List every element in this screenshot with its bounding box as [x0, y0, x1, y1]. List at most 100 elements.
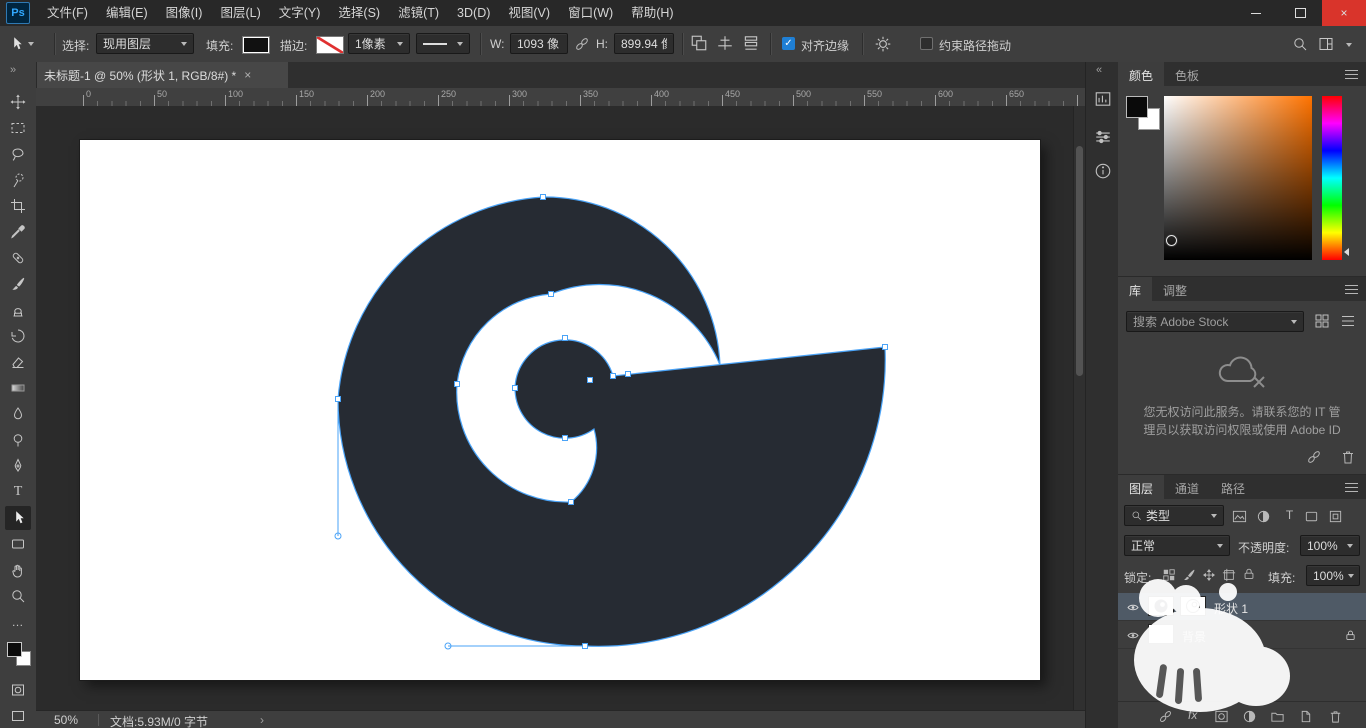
tool-marquee[interactable] — [5, 116, 31, 140]
anchor-point[interactable] — [562, 435, 568, 441]
filter-pixel-layers-icon[interactable] — [1232, 509, 1247, 524]
library-search-dropdown[interactable]: 搜索 Adobe Stock — [1126, 311, 1304, 332]
filter-adjustment-layers-icon[interactable] — [1256, 509, 1271, 524]
menu-3d[interactable]: 3D(D) — [448, 0, 499, 26]
anchor-point[interactable] — [610, 373, 616, 379]
list-view-icon[interactable] — [1340, 313, 1356, 329]
tab-adjustments[interactable]: 调整 — [1152, 277, 1198, 301]
menu-select[interactable]: 选择(S) — [329, 0, 389, 26]
tool-dodge[interactable] — [5, 428, 31, 452]
tab-libraries[interactable]: 库 — [1118, 277, 1153, 301]
tab-layers[interactable]: 图层 — [1118, 475, 1165, 499]
menu-edit[interactable]: 编辑(E) — [97, 0, 157, 26]
menu-window[interactable]: 窗口(W) — [559, 0, 622, 26]
filter-type-layers-icon[interactable]: T — [1282, 508, 1297, 522]
link-layers-icon[interactable] — [1158, 709, 1173, 724]
tool-clone-stamp[interactable] — [5, 298, 31, 322]
tool-preset-picker[interactable] — [8, 32, 48, 56]
adjustments-panel-icon[interactable] — [1094, 128, 1112, 146]
layer-fill-dropdown[interactable]: 100% — [1306, 565, 1360, 586]
anchor-point[interactable] — [335, 396, 341, 402]
info-panel-icon[interactable] — [1094, 162, 1112, 180]
panel-collapse-icon[interactable]: « — [1096, 64, 1102, 76]
blend-mode-dropdown[interactable]: 正常 — [1124, 535, 1230, 556]
panel-menu-icon[interactable] — [1345, 483, 1358, 492]
tab-color[interactable]: 颜色 — [1118, 62, 1165, 86]
histogram-panel-icon[interactable] — [1094, 90, 1112, 108]
menu-type[interactable]: 文字(Y) — [270, 0, 330, 26]
hue-slider-marker[interactable] — [1344, 248, 1349, 256]
anchor-point[interactable] — [562, 335, 568, 341]
layer-filter-dropdown[interactable]: 类型 — [1124, 505, 1224, 526]
path-alignment-button[interactable] — [716, 34, 734, 52]
tool-gradient[interactable] — [5, 376, 31, 400]
path-operations-button[interactable] — [690, 34, 708, 52]
tool-path-select[interactable] — [5, 506, 31, 530]
anchor-point[interactable] — [587, 377, 593, 383]
library-link-icon[interactable] — [1306, 449, 1322, 465]
toolbar-edit-ellipsis[interactable]: … — [5, 610, 31, 634]
minimize-button[interactable] — [1234, 0, 1278, 26]
lock-artboard-icon[interactable] — [1222, 568, 1236, 582]
menu-image[interactable]: 图像(I) — [157, 0, 212, 26]
tool-crop[interactable] — [5, 194, 31, 218]
color-swatches[interactable] — [7, 642, 31, 666]
panel-menu-icon[interactable] — [1345, 285, 1358, 294]
stroke-width-dropdown[interactable]: 1像素 — [348, 33, 410, 54]
tab-swatches[interactable]: 色板 — [1164, 62, 1210, 86]
toolbar-collapse-icon[interactable]: » — [10, 64, 16, 76]
search-icon[interactable] — [1292, 36, 1308, 52]
panel-color-swatches[interactable] — [1126, 96, 1162, 132]
tool-pen[interactable] — [5, 454, 31, 478]
menu-layer[interactable]: 图层(L) — [211, 0, 269, 26]
tool-history-brush[interactable] — [5, 324, 31, 348]
gear-icon[interactable] — [874, 35, 892, 53]
anchor-point[interactable] — [548, 291, 554, 297]
stroke-style-dropdown[interactable] — [416, 33, 470, 54]
new-adjustment-layer-icon[interactable] — [1242, 709, 1257, 724]
filter-smart-objects-icon[interactable] — [1328, 509, 1343, 524]
tab-paths[interactable]: 路径 — [1210, 475, 1256, 499]
tab-channels[interactable]: 通道 — [1164, 475, 1210, 499]
stroke-swatch[interactable] — [316, 36, 344, 54]
restore-button[interactable] — [1278, 0, 1322, 26]
anchor-point[interactable] — [540, 194, 546, 200]
tool-eraser[interactable] — [5, 350, 31, 374]
opacity-dropdown[interactable]: 100% — [1300, 535, 1360, 556]
layer-row-background[interactable]: 背景 — [1118, 621, 1366, 649]
layer-name[interactable]: 背景 — [1182, 628, 1206, 645]
layer-row-shape1[interactable]: 形状 1 — [1118, 593, 1366, 621]
menu-file[interactable]: 文件(F) — [38, 0, 97, 26]
scrollbar-thumb[interactable] — [1076, 146, 1083, 376]
panel-menu-icon[interactable] — [1345, 70, 1358, 79]
color-field-cursor[interactable] — [1166, 235, 1177, 246]
vertical-scrollbar[interactable] — [1073, 106, 1085, 710]
layer-style-fx-icon[interactable]: fx — [1188, 708, 1197, 722]
color-field[interactable] — [1164, 96, 1312, 260]
workspace-caret-icon[interactable] — [1346, 43, 1352, 47]
tool-healing-brush[interactable] — [5, 246, 31, 270]
lock-transparency-icon[interactable] — [1162, 568, 1176, 582]
tool-hand[interactable] — [5, 558, 31, 582]
anchor-point[interactable] — [454, 381, 460, 387]
tool-eyedropper[interactable] — [5, 220, 31, 244]
new-layer-icon[interactable] — [1298, 709, 1313, 724]
constrain-path-checkbox[interactable] — [920, 37, 933, 50]
anchor-point[interactable] — [568, 499, 574, 505]
tool-blur[interactable] — [5, 402, 31, 426]
lock-position-icon[interactable] — [1202, 568, 1216, 582]
zoom-level[interactable]: 50% — [54, 713, 78, 727]
tool-lasso[interactable] — [5, 142, 31, 166]
tool-quick-select[interactable] — [5, 168, 31, 192]
fill-swatch[interactable] — [242, 36, 270, 54]
hue-slider[interactable] — [1322, 96, 1342, 260]
lock-pixels-icon[interactable] — [1182, 568, 1196, 582]
menu-help[interactable]: 帮助(H) — [622, 0, 682, 26]
tool-type[interactable]: T — [5, 480, 31, 504]
delete-layer-icon[interactable] — [1328, 709, 1343, 724]
anchor-point[interactable] — [512, 385, 518, 391]
path-arrangement-button[interactable] — [742, 34, 760, 52]
tab-close-icon[interactable]: × — [244, 68, 251, 82]
add-mask-icon[interactable] — [1214, 709, 1229, 724]
visibility-eye-icon[interactable] — [1126, 630, 1140, 641]
